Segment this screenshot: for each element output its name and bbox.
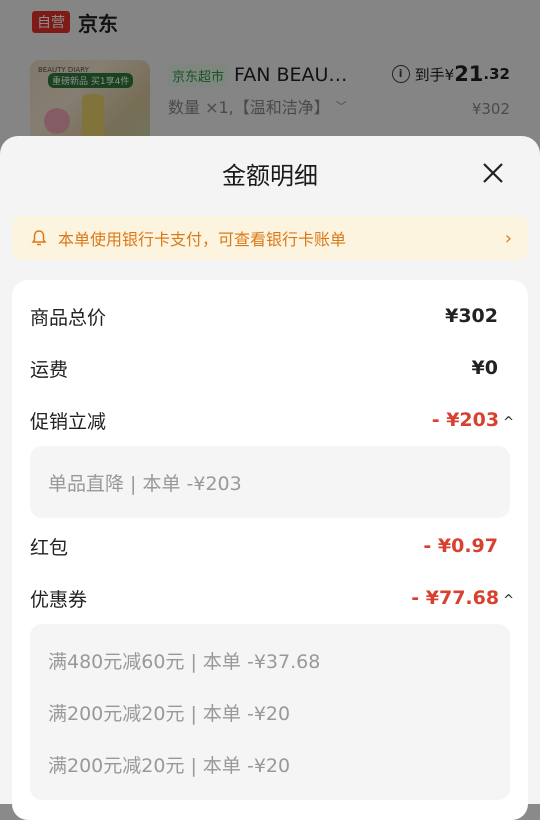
- row-red-packet: 红包 - ¥0.97: [30, 528, 498, 564]
- promotion-label: 促销立减: [30, 410, 107, 433]
- row-coupon[interactable]: 优惠券 - ¥77.68 ^: [30, 580, 514, 616]
- coupon-detail-line: 满200元减20元 | 本单 -¥20: [48, 702, 291, 725]
- total-price-label: 商品总价: [30, 306, 107, 329]
- coupon-amount: - ¥77.68: [411, 587, 500, 609]
- chevron-right-icon: ›: [504, 227, 512, 249]
- notice-text: 本单使用银行卡支付，可查看银行卡账单: [58, 230, 347, 249]
- bell-icon: [31, 230, 47, 246]
- coupon-value: - ¥77.68 ^: [411, 587, 514, 609]
- promotion-value: - ¥203 ^: [432, 409, 514, 431]
- coupon-detail-line: 满200元减20元 | 本单 -¥20: [48, 754, 291, 777]
- total-price-value: ¥302: [445, 305, 498, 327]
- close-icon[interactable]: [482, 162, 504, 184]
- coupon-detail-box: 满480元减60元 | 本单 -¥37.68 满200元减20元 | 本单 -¥…: [30, 624, 510, 800]
- shipping-label: 运费: [30, 358, 69, 381]
- row-total-price: 商品总价 ¥302: [30, 298, 498, 334]
- promotion-detail-box: 单品直降 | 本单 -¥203: [30, 446, 510, 518]
- coupon-detail-line: 满480元减60元 | 本单 -¥37.68: [48, 650, 321, 673]
- promotion-detail-line: 单品直降 | 本单 -¥203: [48, 472, 242, 495]
- bank-card-notice[interactable]: 本单使用银行卡支付，可查看银行卡账单 ›: [12, 216, 528, 260]
- amount-breakdown-card: 商品总价 ¥302 运费 ¥0 促销立减 - ¥203 ^ 单品直降 | 本单 -…: [12, 280, 528, 820]
- chevron-up-icon[interactable]: ^: [503, 593, 514, 608]
- row-shipping: 运费 ¥0: [30, 350, 498, 386]
- shipping-value: ¥0: [471, 357, 498, 379]
- row-promotion[interactable]: 促销立减 - ¥203 ^: [30, 402, 514, 438]
- coupon-label: 优惠券: [30, 588, 88, 611]
- red-packet-label: 红包: [30, 536, 69, 559]
- amount-detail-sheet: 金额明细 本单使用银行卡支付，可查看银行卡账单 › 商品总价 ¥302 运费 ¥…: [0, 136, 540, 820]
- chevron-up-icon[interactable]: ^: [503, 415, 514, 430]
- sheet-title: 金额明细: [222, 162, 318, 190]
- promotion-amount: - ¥203: [431, 409, 500, 431]
- red-packet-value: - ¥0.97: [423, 535, 498, 557]
